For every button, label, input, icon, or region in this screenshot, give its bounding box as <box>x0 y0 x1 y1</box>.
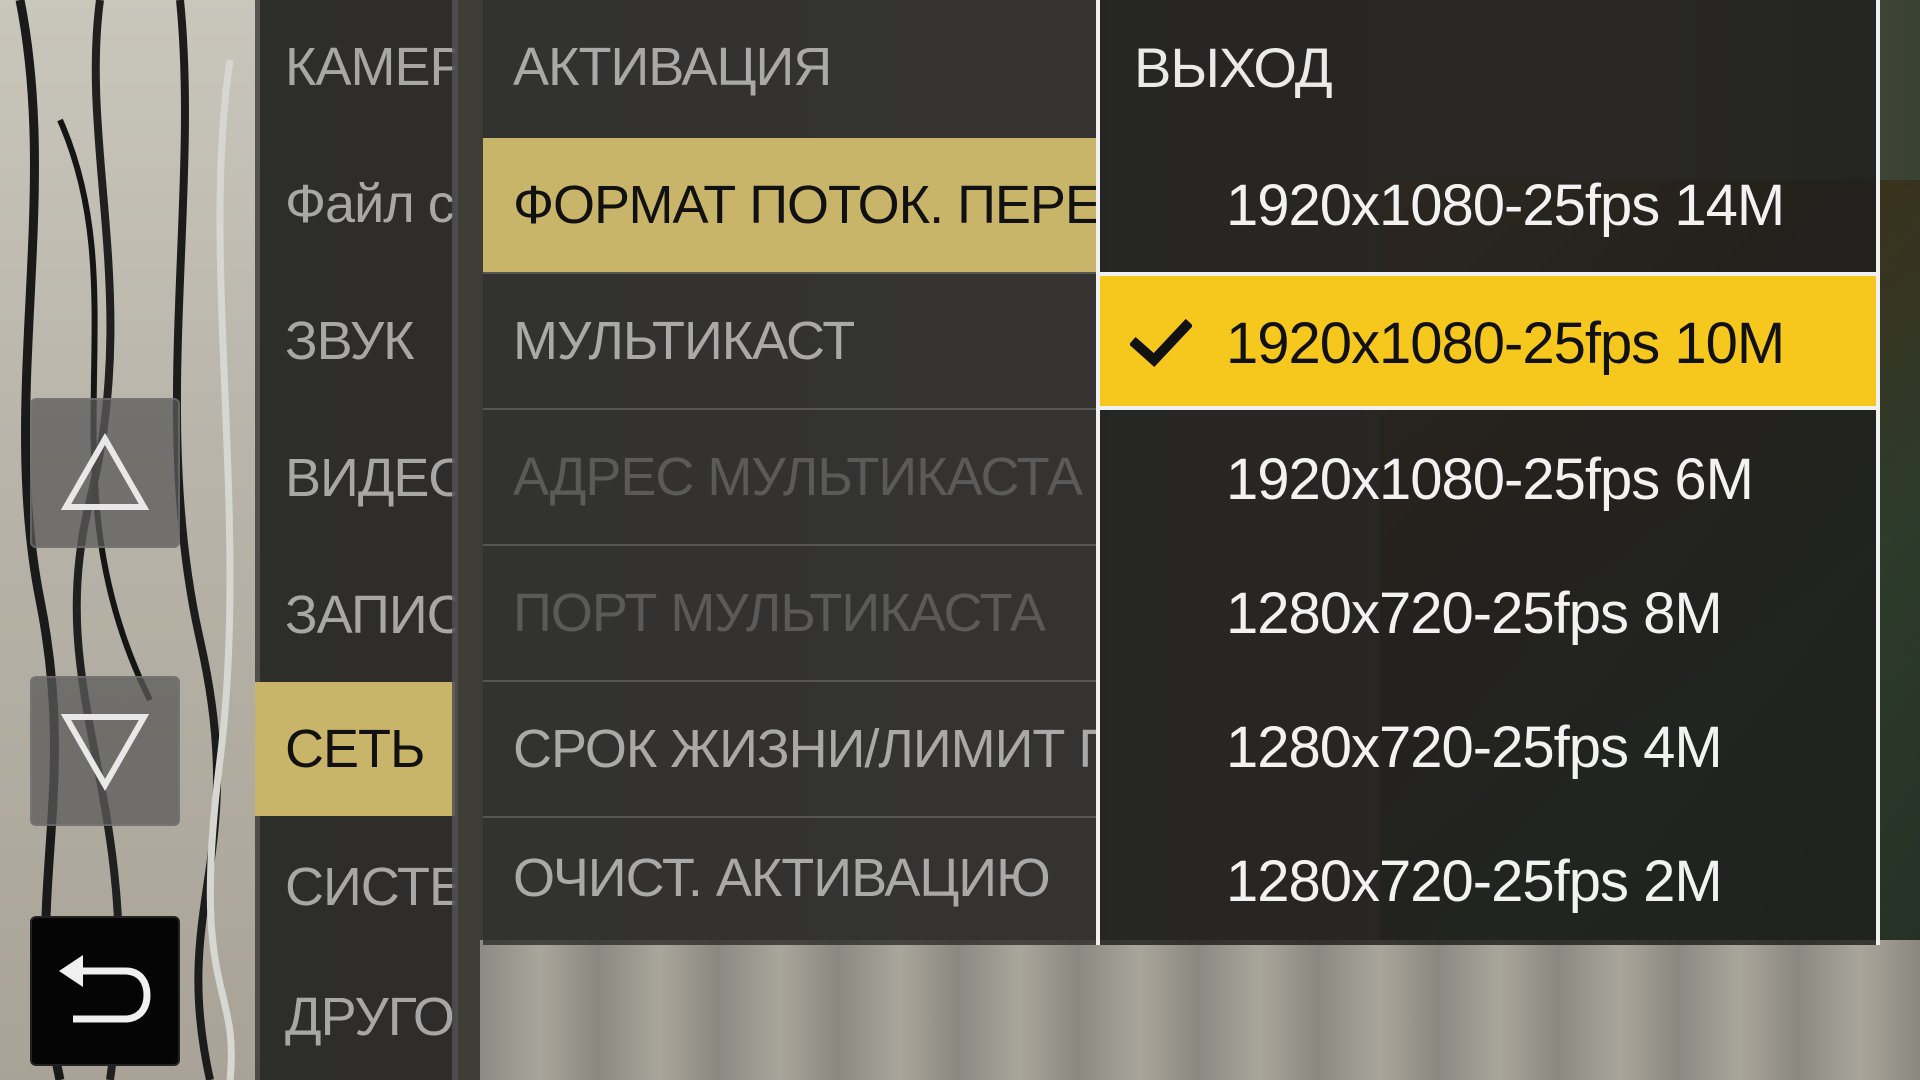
setting-item[interactable]: ОЧИСТ. АКТИВАЦИЮ <box>483 811 1096 945</box>
setting-label: СРОК ЖИЗНИ/ЛИМИТ ПЕРЕХОДОВ <box>513 719 1096 779</box>
option-label: 1920x1080-25fps 14M <box>1226 172 1785 238</box>
option-item-selected[interactable]: 1920x1080-25fps 10M <box>1100 276 1876 410</box>
up-triangle-icon <box>60 433 150 510</box>
menu-category-list: КАМЕРА Файл сцены ЗВУК ВИДЕОВЫХОД ЗАПИСЬ… <box>255 0 455 1080</box>
category-label: Файл сцены <box>285 174 455 234</box>
setting-label: ПОРТ МУЛЬТИКАСТА <box>513 583 1046 643</box>
option-label: 1280x720-25fps 8M <box>1226 580 1723 646</box>
down-triangle-icon <box>60 714 150 791</box>
scroll-down-button[interactable] <box>30 676 180 826</box>
setting-label: МУЛЬТИКАСТ <box>513 311 855 371</box>
setting-item[interactable]: МУЛЬТИКАСТ <box>483 274 1096 408</box>
setting-item-disabled: АДРЕС МУЛЬТИКАСТА <box>483 410 1096 544</box>
setting-label: ОЧИСТ. АКТИВАЦИЮ <box>513 848 1051 908</box>
back-button[interactable] <box>30 916 180 1066</box>
category-item[interactable]: Файл сцены <box>255 137 455 271</box>
settings-list: АКТИВАЦИЯ ФОРМАТ ПОТОК. ПЕРЕДАЧИ МУЛЬТИК… <box>483 0 1096 945</box>
option-label: 1280x720-25fps 2M <box>1226 848 1723 914</box>
options-list: ВЫХОД 1920x1080-25fps 14M 1920x1080-25fp… <box>1096 0 1880 945</box>
category-label: ДРУГОЕ <box>285 987 455 1047</box>
option-label: 1920x1080-25fps 6M <box>1226 446 1754 512</box>
setting-item-selected[interactable]: ФОРМАТ ПОТОК. ПЕРЕДАЧИ <box>483 138 1096 272</box>
category-item[interactable]: ДРУГОЕ <box>255 950 455 1080</box>
setting-item-disabled: ПОРТ МУЛЬТИКАСТА <box>483 546 1096 680</box>
category-label: ЗАПИСЬ <box>285 585 455 645</box>
exit-label: ВЫХОД <box>1134 35 1333 99</box>
option-item[interactable]: 1920x1080-25fps 14M <box>1100 138 1876 272</box>
row-divider <box>1100 406 1876 410</box>
option-item[interactable]: 1280x720-25fps 8M <box>1100 546 1876 680</box>
checkmark-icon <box>1130 318 1192 367</box>
exit-option[interactable]: ВЫХОД <box>1100 0 1876 134</box>
column-divider <box>452 0 458 1080</box>
category-item[interactable]: КАМЕРА <box>255 0 455 134</box>
option-item[interactable]: 1280x720-25fps 2M <box>1100 814 1876 948</box>
category-item[interactable]: ЗАПИСЬ <box>255 548 455 682</box>
option-item[interactable]: 1280x720-25fps 4M <box>1100 680 1876 814</box>
scroll-up-button[interactable] <box>30 398 180 548</box>
option-item[interactable]: 1920x1080-25fps 6M <box>1100 412 1876 546</box>
category-item[interactable]: ВИДЕОВЫХОД <box>255 411 455 545</box>
setting-label: ФОРМАТ ПОТОК. ПЕРЕДАЧИ <box>513 175 1096 235</box>
category-item-selected[interactable]: СЕТЬ <box>255 682 455 816</box>
setting-item[interactable]: АКТИВАЦИЯ <box>483 0 1096 134</box>
category-label: СИСТЕМА <box>285 857 455 917</box>
category-label: ЗВУК <box>285 311 415 371</box>
category-label: СЕТЬ <box>285 719 425 779</box>
category-item[interactable]: СИСТЕМА <box>255 820 455 954</box>
option-label: 1920x1080-25fps 10M <box>1226 310 1785 376</box>
back-return-icon <box>59 955 151 1023</box>
setting-label: АДРЕС МУЛЬТИКАСТА <box>513 447 1083 507</box>
setting-item[interactable]: СРОК ЖИЗНИ/ЛИМИТ ПЕРЕХОДОВ <box>483 682 1096 816</box>
background-curtain <box>480 940 1920 1080</box>
category-item[interactable]: ЗВУК <box>255 274 455 408</box>
option-label: 1280x720-25fps 4M <box>1226 714 1723 780</box>
setting-label: АКТИВАЦИЯ <box>513 37 832 97</box>
category-label: КАМЕРА <box>285 37 455 97</box>
category-label: ВИДЕОВЫХОД <box>285 448 455 508</box>
